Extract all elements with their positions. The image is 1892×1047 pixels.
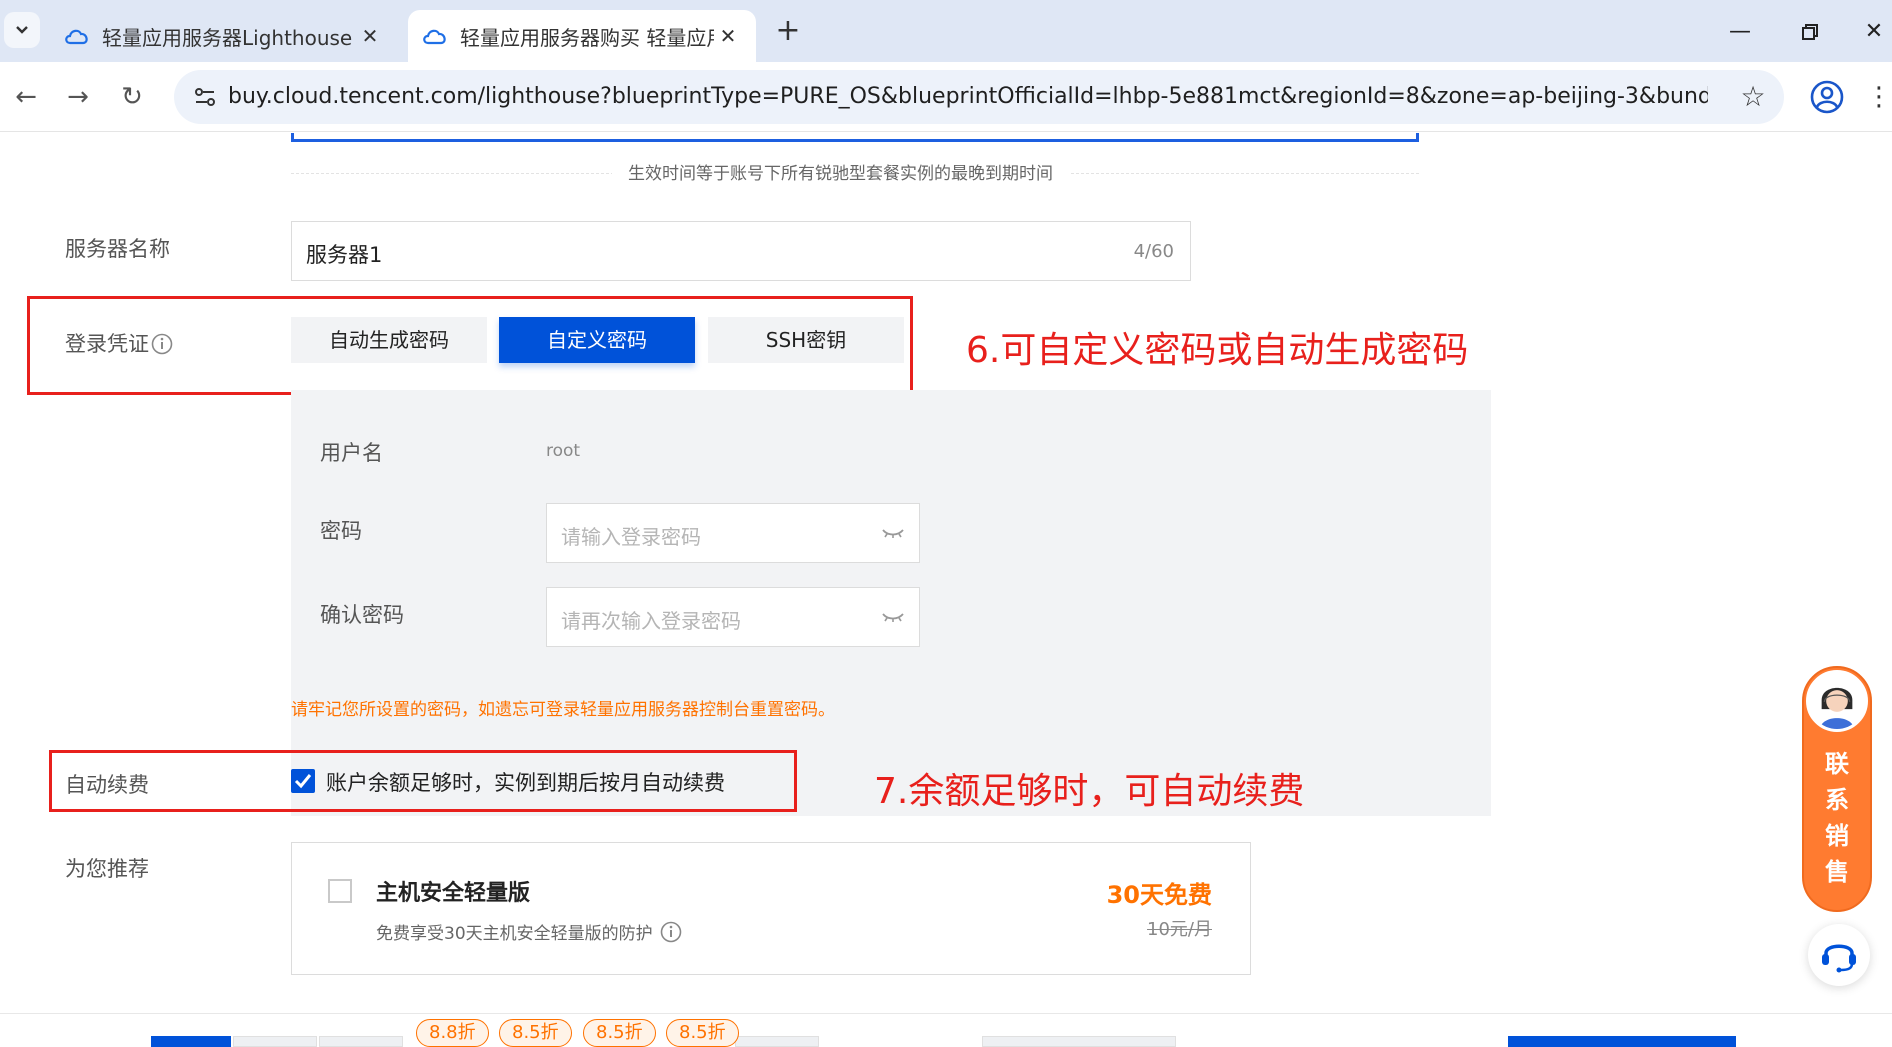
username-value: root	[546, 441, 581, 461]
password-placeholder: 请输入登录密码	[561, 525, 701, 549]
sales-char: 售	[1825, 858, 1849, 886]
password-input[interactable]: 请输入登录密码	[546, 503, 920, 563]
confirm-password-input[interactable]: 请再次输入登录密码	[546, 587, 920, 647]
cloud-icon	[423, 29, 446, 45]
bottom-tab[interactable]	[319, 1036, 403, 1047]
bottom-tab-active[interactable]	[151, 1036, 231, 1047]
info-icon[interactable]	[660, 921, 682, 943]
tab-close-icon[interactable]: ✕	[714, 24, 742, 48]
sales-char: 系	[1825, 786, 1849, 814]
server-name-count: 4/60	[1133, 241, 1174, 262]
annotation-step7: 7.余额足够时，可自动续费	[874, 771, 1305, 812]
password-warning: 请牢记您所设置的密码，如遗忘可登录轻量应用服务器控制台重置密码。	[291, 700, 835, 720]
forward-button[interactable]: →	[60, 79, 96, 115]
browser-toolbar: ← → ↻ buy.cloud.tencent.com/lighthouse?b…	[0, 62, 1892, 132]
bottom-buy-button[interactable]	[1508, 1036, 1736, 1047]
recommend-original-price: 10元/月	[1147, 919, 1212, 940]
discount-badge: 8.5折	[583, 1019, 656, 1047]
tab-title: 轻量应用服务器购买 轻量应用!	[460, 25, 714, 50]
close-window-button[interactable]: ✕	[1856, 14, 1892, 50]
annotation-box-renew	[49, 750, 797, 812]
contact-sales-widget[interactable]: 联 系 销 售	[1802, 666, 1872, 912]
restore-icon	[1802, 24, 1818, 40]
server-name-value: 服务器1	[306, 243, 383, 267]
recommend-free-badge: 30天免费	[1106, 881, 1212, 909]
purchase-page: 生效时间等于账号下所有锐驰型套餐实例的最晚到期时间 服务器名称 服务器1 4/6…	[0, 133, 1892, 1047]
sales-char: 联	[1825, 750, 1849, 778]
new-tab-button[interactable]: +	[770, 14, 806, 50]
profile-icon[interactable]	[1808, 78, 1846, 116]
bottom-tab[interactable]	[735, 1036, 819, 1047]
eye-closed-icon[interactable]	[881, 526, 905, 540]
tab-close-icon[interactable]: ✕	[356, 24, 384, 48]
server-name-input[interactable]: 服务器1 4/60	[291, 221, 1191, 281]
discount-badge: 8.8折	[416, 1019, 489, 1047]
password-label: 密码	[320, 519, 362, 543]
bottom-quantity-control[interactable]	[982, 1036, 1176, 1047]
site-settings-icon[interactable]	[192, 84, 218, 110]
username-label: 用户名	[320, 441, 383, 465]
package-box-edge	[291, 133, 1419, 142]
sales-avatar	[1806, 670, 1868, 732]
expiry-notice: 生效时间等于账号下所有锐驰型套餐实例的最晚到期时间	[612, 159, 1069, 184]
tab-search-button[interactable]	[4, 12, 40, 48]
server-name-label: 服务器名称	[65, 237, 170, 261]
recommend-checkbox[interactable]	[328, 879, 352, 903]
browser-tab-lighthouse[interactable]: 轻量应用服务器Lighthouse 香 ✕	[50, 10, 398, 62]
confirm-password-label: 确认密码	[320, 603, 404, 627]
discount-badge: 8.5折	[666, 1019, 739, 1047]
restore-button[interactable]	[1790, 14, 1830, 50]
recommend-title: 主机安全轻量版	[376, 881, 531, 906]
tab-title: 轻量应用服务器Lighthouse 香	[102, 25, 356, 50]
minimize-button[interactable]: —	[1720, 14, 1760, 50]
url-text[interactable]: buy.cloud.tencent.com/lighthouse?bluepri…	[228, 70, 1708, 124]
back-button[interactable]: ←	[8, 79, 44, 115]
chevron-down-icon	[16, 26, 28, 34]
recommend-desc: 免费享受30天主机安全轻量版的防护	[376, 919, 682, 944]
cloud-icon	[65, 29, 88, 45]
recommend-desc-text: 免费享受30天主机安全轻量版的防护	[376, 924, 653, 944]
recommend-card: 主机安全轻量版 免费享受30天主机安全轻量版的防护 30天免费 10元/月	[291, 842, 1251, 975]
confirm-password-placeholder: 请再次输入登录密码	[561, 609, 741, 633]
bookmark-star-icon[interactable]: ☆	[1736, 80, 1770, 114]
customer-support-button[interactable]	[1808, 924, 1870, 986]
browser-tab-bar: 轻量应用服务器Lighthouse 香 ✕ 轻量应用服务器购买 轻量应用! ✕ …	[0, 0, 1892, 62]
sales-char: 销	[1825, 822, 1849, 850]
contact-sales-text: 联 系 销 售	[1804, 746, 1870, 890]
reload-button[interactable]: ↻	[114, 79, 150, 115]
browser-tab-purchase[interactable]: 轻量应用服务器购买 轻量应用! ✕	[408, 10, 756, 62]
recommend-label: 为您推荐	[65, 857, 149, 881]
annotation-box-login	[27, 296, 913, 395]
eye-closed-icon[interactable]	[881, 610, 905, 624]
annotation-step6: 6.可自定义密码或自动生成密码	[966, 330, 1469, 371]
discount-badge: 8.5折	[499, 1019, 572, 1047]
browser-menu-icon[interactable]: ⋮	[1866, 78, 1892, 116]
address-bar[interactable]: buy.cloud.tencent.com/lighthouse?bluepri…	[174, 70, 1784, 124]
headset-icon	[1822, 944, 1856, 973]
bottom-tab[interactable]	[233, 1036, 317, 1047]
